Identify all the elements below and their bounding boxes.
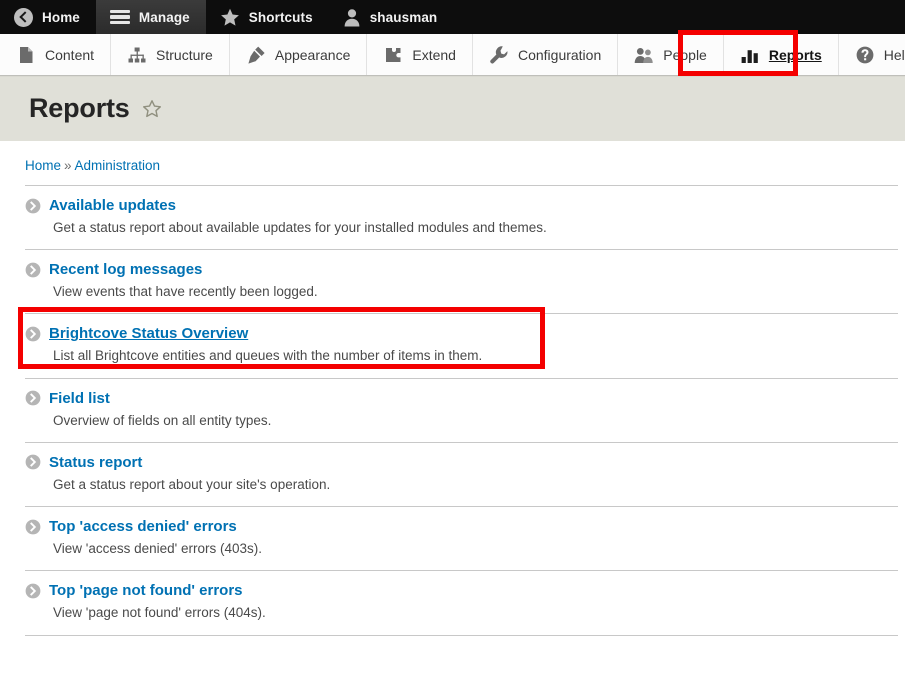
people-icon	[634, 45, 654, 65]
list-item: Top 'page not found' errors View 'page n…	[25, 570, 898, 635]
breadcrumb: Home»Administration	[25, 141, 898, 185]
admin-menu-item-extend-label: Extend	[412, 47, 456, 63]
toolbar-tab-manage[interactable]: Manage	[96, 0, 206, 34]
admin-menu-item-help[interactable]: Help	[839, 34, 905, 75]
report-link-recent-log-messages[interactable]: Recent log messages	[25, 261, 898, 278]
user-icon	[343, 8, 361, 27]
admin-menu-item-content-label: Content	[45, 47, 94, 63]
admin-menu-bar: Content Structure Appearance Extend	[0, 34, 905, 76]
admin-menu-item-extend[interactable]: Extend	[367, 34, 473, 75]
chevron-right-circle-icon	[25, 454, 41, 470]
chevron-right-circle-icon	[25, 583, 41, 599]
toolbar-tab-shortcuts-label: Shortcuts	[249, 10, 313, 25]
sitemap-icon	[127, 45, 147, 65]
admin-menu-item-reports[interactable]: Reports	[724, 34, 839, 75]
list-item: Field list Overview of fields on all ent…	[25, 378, 898, 442]
report-link-status-report[interactable]: Status report	[25, 454, 898, 471]
report-link-field-list[interactable]: Field list	[25, 390, 898, 407]
question-mark-icon	[855, 45, 875, 65]
admin-menu-item-reports-label: Reports	[769, 47, 822, 63]
admin-menu-item-appearance[interactable]: Appearance	[230, 34, 368, 75]
page-header: Reports	[0, 76, 905, 141]
report-description: View 'access denied' errors (403s).	[53, 540, 898, 558]
admin-menu-item-configuration-label: Configuration	[518, 47, 601, 63]
chevron-right-circle-icon	[25, 262, 41, 278]
paintbrush-icon	[246, 45, 266, 65]
star-outline-icon[interactable]	[142, 99, 162, 119]
report-description: List all Brightcove entities and queues …	[53, 347, 898, 365]
report-description: View 'page not found' errors (404s).	[53, 604, 898, 622]
star-icon	[220, 8, 240, 27]
list-item: Available updates Get a status report ab…	[25, 185, 898, 249]
report-description: Get a status report about your site's op…	[53, 476, 898, 494]
main-content: Home»Administration Available updates Ge…	[0, 141, 905, 636]
admin-menu-item-help-label: Help	[884, 47, 905, 63]
report-title: Available updates	[49, 197, 176, 214]
report-link-top-page-not-found-errors[interactable]: Top 'page not found' errors	[25, 582, 898, 599]
list-item: Recent log messages View events that hav…	[25, 249, 898, 313]
toolbar-tab-home[interactable]: Home	[0, 0, 96, 34]
toolbar-tab-shortcuts[interactable]: Shortcuts	[206, 0, 329, 34]
report-title: Recent log messages	[49, 261, 202, 278]
report-title: Top 'page not found' errors	[49, 582, 243, 599]
report-link-top-access-denied-errors[interactable]: Top 'access denied' errors	[25, 518, 898, 535]
report-link-available-updates[interactable]: Available updates	[25, 197, 898, 214]
hamburger-icon	[110, 10, 130, 25]
report-title: Top 'access denied' errors	[49, 518, 237, 535]
chevron-right-circle-icon	[25, 326, 41, 342]
breadcrumb-separator: »	[61, 158, 75, 173]
primary-toolbar: Home Manage Shortcuts shausman	[0, 0, 905, 34]
admin-menu-item-structure[interactable]: Structure	[111, 34, 230, 75]
admin-menu-item-structure-label: Structure	[156, 47, 213, 63]
admin-menu-item-people-label: People	[663, 47, 707, 63]
chevron-right-circle-icon	[25, 519, 41, 535]
wrench-icon	[489, 45, 509, 65]
report-title: Field list	[49, 390, 110, 407]
list-item: Status report Get a status report about …	[25, 442, 898, 506]
toolbar-tab-user-label: shausman	[370, 10, 438, 25]
report-description: View events that have recently been logg…	[53, 283, 898, 301]
report-description: Overview of fields on all entity types.	[53, 412, 898, 430]
toolbar-tab-manage-label: Manage	[139, 10, 190, 25]
report-title: Brightcove Status Overview	[49, 325, 248, 342]
list-item: Top 'access denied' errors View 'access …	[25, 506, 898, 570]
admin-menu-item-configuration[interactable]: Configuration	[473, 34, 618, 75]
admin-menu-item-appearance-label: Appearance	[275, 47, 351, 63]
reports-list: Available updates Get a status report ab…	[25, 185, 898, 636]
document-icon	[16, 45, 36, 65]
report-link-brightcove-status-overview[interactable]: Brightcove Status Overview	[25, 325, 898, 342]
home-back-icon	[14, 8, 33, 27]
list-item: Brightcove Status Overview List all Brig…	[25, 313, 898, 377]
breadcrumb-link-administration[interactable]: Administration	[75, 158, 161, 173]
chevron-right-circle-icon	[25, 390, 41, 406]
admin-menu-item-people[interactable]: People	[618, 34, 724, 75]
report-title: Status report	[49, 454, 142, 471]
puzzle-piece-icon	[383, 45, 403, 65]
bar-chart-icon	[740, 45, 760, 65]
toolbar-tab-user[interactable]: shausman	[329, 0, 454, 34]
page-title: Reports	[29, 93, 130, 124]
chevron-right-circle-icon	[25, 198, 41, 214]
admin-menu-item-content[interactable]: Content	[0, 34, 111, 75]
report-description: Get a status report about available upda…	[53, 219, 898, 237]
toolbar-tab-home-label: Home	[42, 10, 80, 25]
breadcrumb-link-home[interactable]: Home	[25, 158, 61, 173]
